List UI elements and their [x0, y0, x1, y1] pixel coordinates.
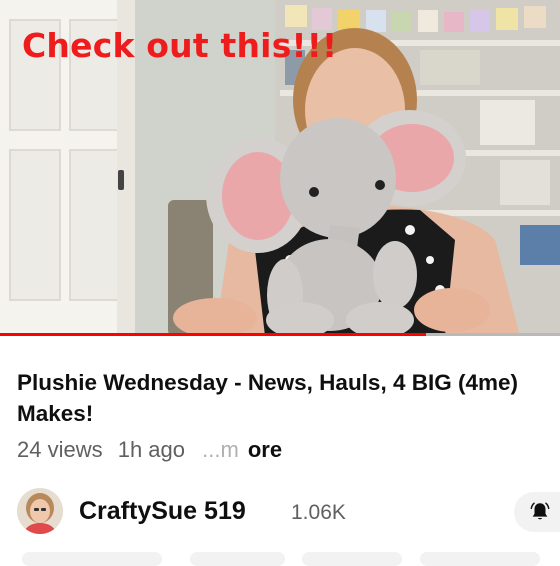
video-overlay-caption: Check out this!!!: [22, 26, 338, 65]
action-chip[interactable]: [22, 552, 162, 566]
channel-avatar[interactable]: [17, 488, 63, 534]
action-chip-row: [0, 552, 560, 566]
video-progress-bar[interactable]: [0, 333, 560, 336]
channel-name[interactable]: CraftySue 519: [79, 497, 246, 526]
video-meta[interactable]: 24 views 1h ago ...m ore: [17, 437, 300, 463]
upload-age: 1h ago: [117, 437, 186, 462]
video-title[interactable]: Plushie Wednesday - News, Hauls, 4 BIG (…: [17, 367, 547, 429]
action-chip[interactable]: [190, 552, 285, 566]
video-player[interactable]: Check out this!!!: [0, 0, 560, 336]
channel-row[interactable]: CraftySue 519 1.06K: [17, 488, 560, 536]
subscriber-count: 1.06K: [291, 501, 346, 524]
more-link-prefix: ...m: [202, 437, 239, 462]
action-chip[interactable]: [420, 552, 540, 566]
notification-bell-button[interactable]: [514, 492, 560, 532]
more-link[interactable]: ...m ore: [202, 437, 291, 462]
video-progress-fill: [0, 333, 426, 336]
action-chip[interactable]: [302, 552, 402, 566]
view-count: 24 views: [17, 437, 103, 462]
bell-icon: [530, 502, 550, 520]
more-link-suffix: ore: [247, 437, 283, 462]
